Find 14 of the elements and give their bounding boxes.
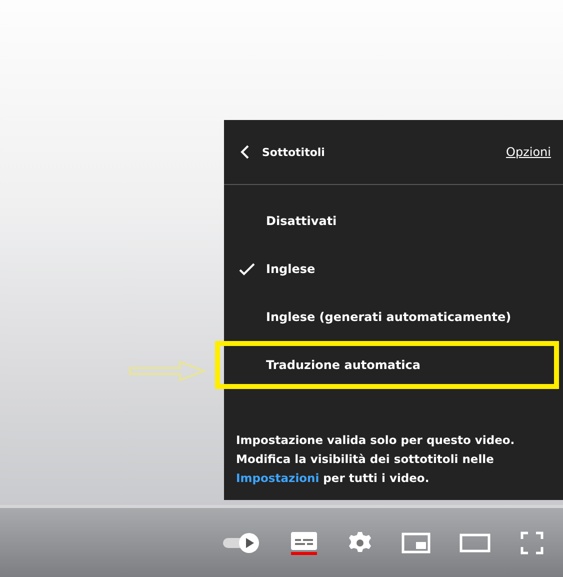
menu-item[interactable]: Traduzione automatica [215, 341, 559, 389]
info-text: Impostazione valida solo per questo video. Modifica la visibilità dei sottotitoli nelle Impostazioni per tutti i video. [235, 432, 516, 487]
chevron-left-icon [240, 144, 250, 160]
back-button[interactable]: Sottotitoli [240, 144, 325, 160]
arrow-icon [128, 359, 208, 383]
menu-item[interactable]: Disattivati [224, 197, 563, 245]
autoplay-toggle[interactable] [221, 532, 261, 554]
menu-item[interactable]: Inglese (generati automaticamente) [224, 293, 563, 341]
menu-item[interactable]: Inglese [224, 245, 563, 293]
settings-link[interactable]: Impostazioni [236, 471, 320, 485]
subtitles-icon[interactable] [289, 530, 319, 556]
options-link[interactable]: Opzioni [506, 145, 551, 159]
fullscreen-icon[interactable] [519, 530, 545, 556]
miniplayer-icon[interactable] [401, 530, 431, 554]
